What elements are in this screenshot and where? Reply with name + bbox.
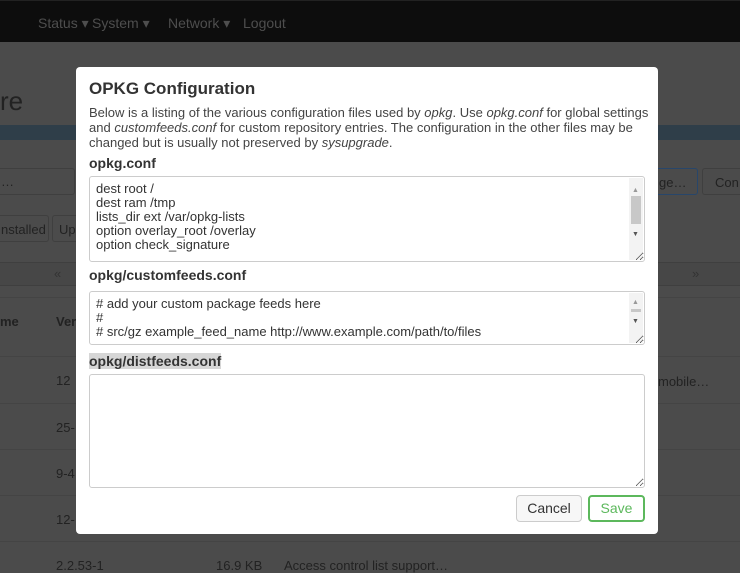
nav-system[interactable]: System ▾ [92,15,150,32]
nav-network[interactable]: Network ▾ [168,15,230,32]
save-button[interactable]: Save [588,495,645,522]
page-title: re [0,86,24,116]
opkg-config-modal: OPKG Configuration Below is a listing of… [76,67,658,534]
cancel-button[interactable]: Cancel [516,495,582,522]
version-cell: 9-4 [56,466,75,481]
scrollbar[interactable]: ▲ ▼ [629,293,643,343]
col-name: me [0,314,19,329]
opkg-conf-label: opkg.conf [89,155,156,171]
version-cell: 25- [56,420,75,435]
description-cell: mobile… [658,374,710,389]
scrollbar[interactable]: ▲ ▼ [629,178,643,260]
col-version: Ver [56,314,77,329]
navbar: Status ▾ System ▾ Network ▾ Logout [0,0,740,42]
version-cell: 12- [56,512,75,527]
nav-status[interactable]: Status ▾ [38,15,89,32]
filter-input[interactable]: … [0,168,75,195]
pager-prev[interactable]: « [54,266,61,281]
distfeeds-conf-textarea[interactable] [89,374,645,488]
customfeeds-conf-label: opkg/customfeeds.conf [89,267,247,283]
opkg-conf-textarea[interactable]: dest root / dest ram /tmp lists_dir ext … [89,176,645,262]
configure-button[interactable]: Con [702,168,740,195]
version-cell: 12 [56,373,71,388]
distfeeds-conf-label: opkg/distfeeds.conf [89,353,222,369]
customfeeds-conf-textarea[interactable]: # add your custom package feeds here # #… [89,291,645,345]
tab-installed[interactable]: nstalled [0,215,49,242]
modal-title: OPKG Configuration [89,79,256,98]
modal-description: Below is a listing of the various config… [89,105,649,150]
nav-logout[interactable]: Logout [243,15,286,31]
pager-next[interactable]: » [692,266,699,281]
